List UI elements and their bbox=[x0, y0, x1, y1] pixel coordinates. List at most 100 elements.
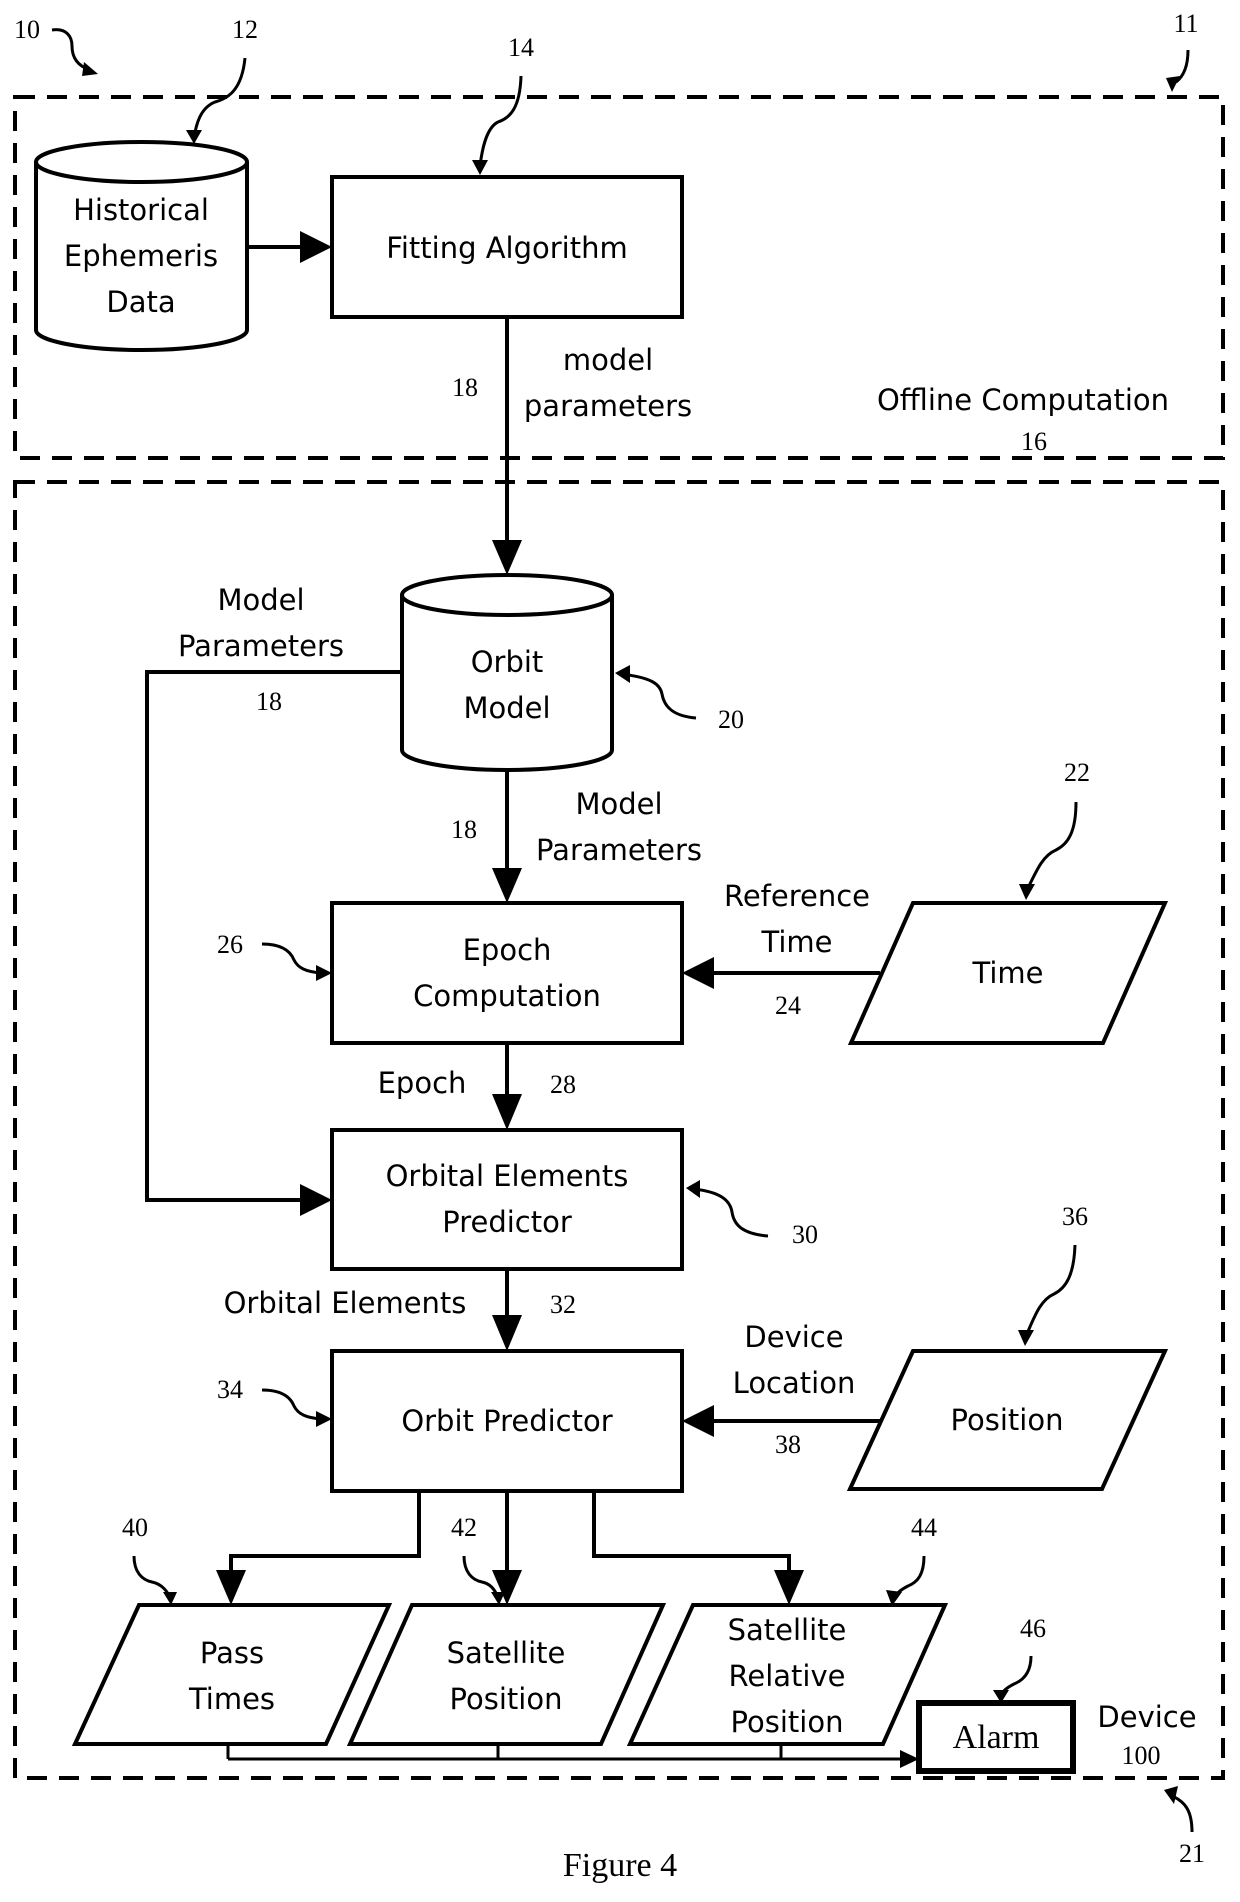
oe-predictor-label-2: Predictor bbox=[442, 1205, 572, 1239]
orbital-elements-edge-label: Orbital Elements bbox=[224, 1286, 467, 1320]
leader-34-arrowhead bbox=[316, 1411, 332, 1427]
ref-16: 16 bbox=[1021, 427, 1047, 456]
ref-10: 10 bbox=[14, 15, 40, 44]
ref-28: 28 bbox=[550, 1070, 576, 1099]
position-node: Position bbox=[846, 1349, 1169, 1491]
arrowhead-oe-to-orbit-predictor bbox=[492, 1315, 522, 1351]
arrowhead-position-to-orbit-predictor bbox=[682, 1405, 714, 1437]
satellite-position-node: Satellite Position bbox=[346, 1603, 667, 1746]
ref-11: 11 bbox=[1173, 9, 1198, 38]
ref-21: 21 bbox=[1179, 1839, 1205, 1868]
leader-21-arrowhead bbox=[1164, 1786, 1178, 1804]
sat-position-label-2: Position bbox=[450, 1682, 563, 1716]
epoch-label-1: Epoch bbox=[463, 933, 552, 967]
sat-rel-label-2: Relative bbox=[729, 1659, 846, 1693]
orbit-model-label-1: Orbit bbox=[471, 645, 544, 679]
epoch-edge-label: Epoch bbox=[378, 1066, 467, 1100]
arrow-orbit-to-pass-times bbox=[229, 1491, 421, 1572]
ref-42: 42 bbox=[451, 1513, 477, 1542]
system-diagram: Historical Ephemeris Data 12 Fitting Alg… bbox=[13, 9, 1225, 1884]
leader-36 bbox=[1024, 1244, 1077, 1337]
ref-100: 100 bbox=[1122, 1741, 1161, 1770]
epoch-computation-node: Epoch Computation bbox=[330, 901, 684, 1045]
oe-predictor-label-1: Orbital Elements bbox=[386, 1159, 629, 1193]
model-parameters-label-b-2: Parameters bbox=[178, 629, 344, 663]
position-label: Position bbox=[951, 1403, 1064, 1437]
alarm-label: Alarm bbox=[953, 1719, 1040, 1756]
time-label: Time bbox=[972, 956, 1044, 990]
model-parameters-label-c-2: Parameters bbox=[536, 833, 702, 867]
arrowhead-orbit-to-pass-times bbox=[216, 1570, 246, 1605]
ref-40: 40 bbox=[122, 1513, 148, 1542]
offline-computation-label: Offline Computation bbox=[877, 383, 1169, 417]
arrow-orbit-to-sat-rel-position bbox=[592, 1491, 791, 1572]
orbit-model-node: Orbit Model bbox=[400, 573, 614, 772]
leader-42 bbox=[462, 1555, 500, 1599]
ref-12: 12 bbox=[232, 15, 258, 44]
leader-14 bbox=[478, 75, 523, 167]
ref-38: 38 bbox=[775, 1430, 801, 1459]
historical-label-2: Ephemeris bbox=[64, 239, 218, 273]
model-parameters-label-c-1: Model bbox=[575, 787, 662, 821]
leader-12-arrowhead bbox=[186, 130, 202, 144]
sat-rel-label-1: Satellite bbox=[728, 1613, 847, 1647]
ref-30: 30 bbox=[792, 1220, 818, 1249]
time-node: Time bbox=[847, 901, 1169, 1045]
arrowhead-historical-to-fitting bbox=[300, 231, 332, 263]
leader-26 bbox=[261, 942, 323, 975]
model-parameters-label-b-1: Model bbox=[217, 583, 304, 617]
ref-18-a: 18 bbox=[452, 373, 478, 402]
historical-ephemeris-data-node: Historical Ephemeris Data bbox=[34, 140, 249, 352]
device-location-label-1: Device bbox=[744, 1320, 843, 1354]
model-parameters-label-a-2: parameters bbox=[524, 389, 692, 423]
satellite-relative-position-node: Satellite Relative Position bbox=[626, 1603, 949, 1746]
arrowhead-orbit-to-sat-rel-position bbox=[774, 1570, 804, 1605]
ref-36: 36 bbox=[1062, 1202, 1088, 1231]
ref-18-b: 18 bbox=[256, 687, 282, 716]
ref-20: 20 bbox=[718, 705, 744, 734]
fitting-label: Fitting Algorithm bbox=[386, 231, 627, 265]
ref-44: 44 bbox=[911, 1513, 937, 1542]
leader-22-arrowhead bbox=[1019, 884, 1035, 900]
leader-21 bbox=[1171, 1794, 1194, 1833]
ref-14: 14 bbox=[508, 33, 534, 62]
leader-14-arrowhead bbox=[472, 160, 488, 175]
epoch-label-2: Computation bbox=[413, 979, 601, 1013]
ref-18-c: 18 bbox=[451, 815, 477, 844]
ref-22: 22 bbox=[1064, 758, 1090, 787]
device-label: Device bbox=[1097, 1700, 1196, 1734]
reference-time-label-2: Time bbox=[761, 925, 833, 959]
model-parameters-label-a-1: model bbox=[563, 343, 653, 377]
leader-36-arrowhead bbox=[1018, 1330, 1034, 1346]
reference-time-label-1: Reference bbox=[724, 879, 870, 913]
alarm-node: Alarm bbox=[916, 1700, 1076, 1774]
leader-30-arrowhead bbox=[686, 1180, 700, 1198]
pass-times-node: Pass Times bbox=[71, 1603, 393, 1746]
leader-11-arrowhead bbox=[1166, 76, 1180, 92]
orbit-predictor-label: Orbit Predictor bbox=[401, 1404, 612, 1438]
ref-26: 26 bbox=[217, 930, 243, 959]
leader-26-arrowhead bbox=[316, 965, 332, 981]
orbital-elements-predictor-node: Orbital Elements Predictor bbox=[330, 1128, 684, 1271]
historical-label-3: Data bbox=[106, 285, 175, 319]
pass-times-label-1: Pass bbox=[200, 1636, 264, 1670]
arrowhead-time-to-epoch bbox=[682, 957, 714, 989]
sat-rel-label-3: Position bbox=[731, 1705, 844, 1739]
ref-24: 24 bbox=[775, 991, 801, 1020]
leader-20 bbox=[621, 672, 697, 720]
sat-position-label-1: Satellite bbox=[447, 1636, 566, 1670]
orbit-predictor-node: Orbit Predictor bbox=[330, 1349, 684, 1493]
ref-32: 32 bbox=[550, 1290, 576, 1319]
device-location-label-2: Location bbox=[733, 1366, 856, 1400]
arrowhead-epoch-to-oe-predictor bbox=[492, 1094, 522, 1130]
leader-22 bbox=[1025, 801, 1078, 891]
leader-34 bbox=[261, 1388, 323, 1421]
fitting-algorithm-node: Fitting Algorithm bbox=[330, 175, 684, 319]
arrowhead-orbit-model-to-epoch bbox=[492, 868, 522, 903]
leader-30 bbox=[693, 1187, 769, 1238]
pass-times-label-2: Times bbox=[188, 1682, 275, 1716]
leader-20-arrowhead bbox=[615, 665, 630, 683]
ref-46: 46 bbox=[1020, 1614, 1046, 1643]
arrowhead-model-to-oe-predictor bbox=[300, 1184, 332, 1216]
arrowhead-fitting-to-orbit-model bbox=[492, 540, 522, 575]
